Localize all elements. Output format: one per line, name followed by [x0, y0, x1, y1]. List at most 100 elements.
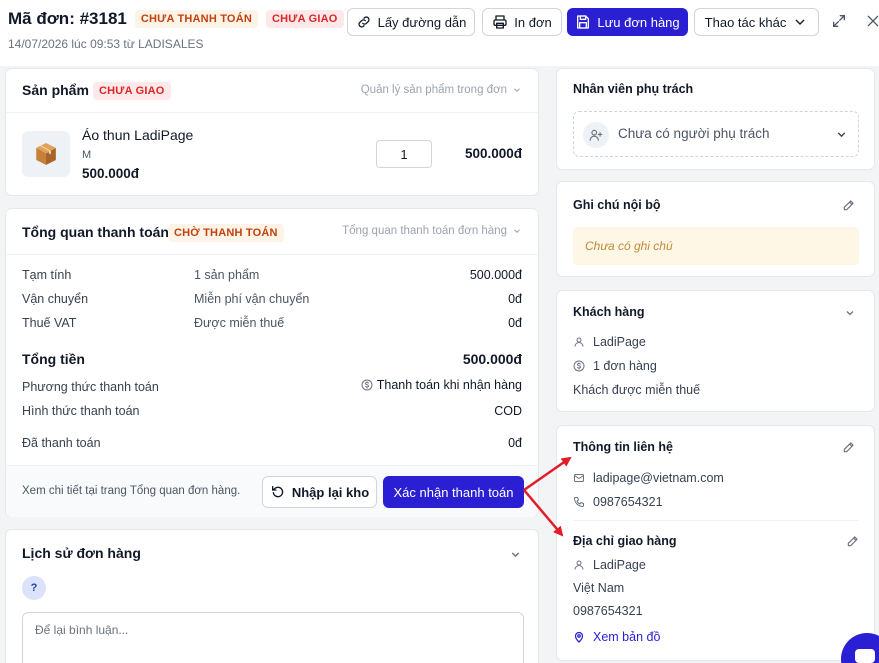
save-order-label: Lưu đơn hàng [597, 14, 680, 30]
comment-input[interactable]: Để lại bình luận... [22, 612, 524, 663]
phone-icon [574, 497, 584, 507]
chevron-down-icon [514, 229, 520, 233]
more-actions-button[interactable]: Thao tác khác [694, 8, 819, 36]
shipping-name: LadiPage [593, 558, 646, 572]
order-header: Mã đơn: #3181 CHƯA THANH TOÁN CHƯA GIAO … [0, 0, 879, 66]
print-button[interactable]: In đơn [482, 8, 562, 36]
contact-email[interactable]: ladipage@vietnam.com [593, 471, 724, 485]
delivery-status-badge: CHƯA GIAO [265, 10, 344, 28]
subtotal-value: 500.000đ [469, 268, 522, 282]
shipping-fee-detail: Miễn phí vận chuyển [194, 292, 310, 306]
title-row: Mã đơn: #3181 CHƯA THANH TOÁN CHƯA GIAO [8, 9, 344, 29]
confirm-payment-button[interactable]: Xác nhận thanh toán [383, 476, 524, 508]
customer-tax: Khách được miễn thuế [573, 383, 701, 397]
products-title: Sản phẩm [22, 82, 89, 98]
link-icon [358, 16, 370, 28]
shipping-fee-value: 0đ [508, 292, 522, 306]
payment-method-text: Thanh toán khi nhận hàng [376, 378, 522, 392]
contact-title: Thông tin liên hệ [573, 440, 673, 454]
print-label: In đơn [514, 14, 552, 30]
chevron-down-icon [514, 88, 520, 92]
package-box-icon [36, 143, 56, 165]
staff-card: Nhân viên phụ trách Chưa có người phụ tr… [556, 68, 875, 170]
customer-tax-line: Khách được miễn thuế [573, 383, 700, 397]
payment-overview-link[interactable]: Tổng quan thanh toán đơn hàng [342, 225, 522, 237]
chevron-down-icon [837, 132, 846, 138]
quantity-input[interactable] [376, 140, 432, 168]
note-title: Ghi chú nội bộ [573, 198, 661, 212]
dollar-circle-icon [361, 379, 373, 391]
products-card: Sản phẩm CHƯA GIAO Quản lý sản phẩm tron… [5, 68, 539, 196]
user-icon [574, 560, 584, 570]
shipping-phone-line: 0987654321 [573, 604, 643, 618]
product-line-total: 500.000đ [464, 146, 522, 161]
view-map-label: Xem bản đồ [593, 630, 661, 644]
shipping-country: Việt Nam [573, 581, 625, 595]
user-icon [574, 337, 584, 347]
payment-overview-label: Tổng quan thanh toán đơn hàng [342, 225, 507, 237]
products-delivery-badge: CHƯA GIAO [93, 82, 171, 100]
product-name[interactable]: Áo thun LadiPage [82, 127, 193, 143]
customer-title: Khách hàng [573, 305, 645, 319]
payment-status-badge: CHƯA THANH TOÁN [134, 10, 258, 28]
shipping-country-line: Việt Nam [573, 581, 624, 595]
order-history-card: Lịch sử đơn hàng ? Để lại bình luận... [5, 529, 539, 663]
payment-form-value: COD [494, 404, 522, 418]
shipping-fee-label: Vận chuyển [22, 292, 89, 306]
contact-email-line: ladipage@vietnam.com [573, 471, 724, 485]
save-icon [577, 15, 590, 29]
payment-form-label: Hình thức thanh toán [22, 404, 140, 418]
payment-method-label: Phương thức thanh toán [22, 380, 159, 394]
contact-phone[interactable]: 0987654321 [593, 495, 663, 509]
pencil-icon[interactable] [842, 440, 856, 454]
staff-select-text: Chưa có người phụ trách [618, 126, 770, 141]
restock-button[interactable]: Nhập lại kho [262, 476, 377, 508]
subtotal-label: Tạm tính [22, 268, 72, 282]
add-user-icon [583, 122, 609, 148]
pencil-icon[interactable] [842, 198, 856, 212]
divider [6, 112, 538, 113]
avatar: ? [22, 576, 46, 600]
divider [6, 254, 538, 255]
paid-label: Đã thanh toán [22, 436, 101, 450]
dollar-circle-icon [573, 360, 585, 372]
manage-products-link[interactable]: Quản lý sản phẩm trong đơn [361, 84, 522, 96]
total-value: 500.000đ [462, 351, 522, 367]
chat-bubble-icon [855, 649, 875, 663]
product-thumbnail [22, 131, 70, 177]
footer-note: Xem chi tiết tại trang Tổng quan đơn hàn… [22, 485, 241, 497]
shipping-phone: 0987654321 [573, 604, 643, 618]
customer-card: Khách hàng LadiPage 1 đơn hàng Khách đượ… [556, 290, 875, 412]
rotate-left-icon [271, 486, 284, 498]
internal-note-card: Ghi chú nội bộ Chưa có ghi chú [556, 181, 875, 277]
save-order-button[interactable]: Lưu đơn hàng [567, 8, 688, 36]
chevron-down-icon [795, 19, 805, 25]
confirm-payment-label: Xác nhận thanh toán [393, 484, 514, 500]
more-actions-label: Thao tác khác [704, 14, 787, 30]
customer-orders-line: 1 đơn hàng [573, 359, 657, 373]
vat-value: 0đ [508, 316, 522, 330]
pencil-icon[interactable] [846, 534, 860, 548]
note-empty-text: Chưa có ghi chú [585, 239, 673, 253]
paid-value: 0đ [508, 436, 522, 450]
get-link-button[interactable]: Lấy đường dẫn [347, 8, 475, 36]
contact-phone-line: 0987654321 [573, 495, 663, 509]
expand-icon[interactable] [831, 13, 847, 29]
chevron-down-icon[interactable] [844, 307, 856, 319]
close-icon[interactable] [865, 13, 879, 29]
staff-select[interactable]: Chưa có người phụ trách [573, 111, 859, 157]
comment-placeholder: Để lại bình luận... [35, 623, 129, 637]
chevron-down-icon[interactable] [509, 548, 522, 561]
view-map-link[interactable]: Xem bản đồ [573, 630, 660, 644]
note-empty-box[interactable]: Chưa có ghi chú [573, 227, 859, 265]
order-title: Mã đơn: #3181 [8, 9, 127, 28]
order-subtitle: 14/07/2026 lúc 09:53 từ LADISALES [8, 37, 204, 51]
history-title: Lịch sử đơn hàng [22, 545, 141, 561]
printer-icon [493, 15, 507, 29]
divider [573, 520, 859, 521]
customer-name[interactable]: LadiPage [593, 335, 646, 349]
total-label: Tổng tiền [22, 351, 85, 367]
payment-overview-card: Tổng quan thanh toán CHỜ THANH TOÁN Tổng… [5, 208, 539, 517]
restock-label: Nhập lại kho [291, 484, 370, 500]
payment-pending-badge: CHỜ THANH TOÁN [168, 224, 284, 242]
